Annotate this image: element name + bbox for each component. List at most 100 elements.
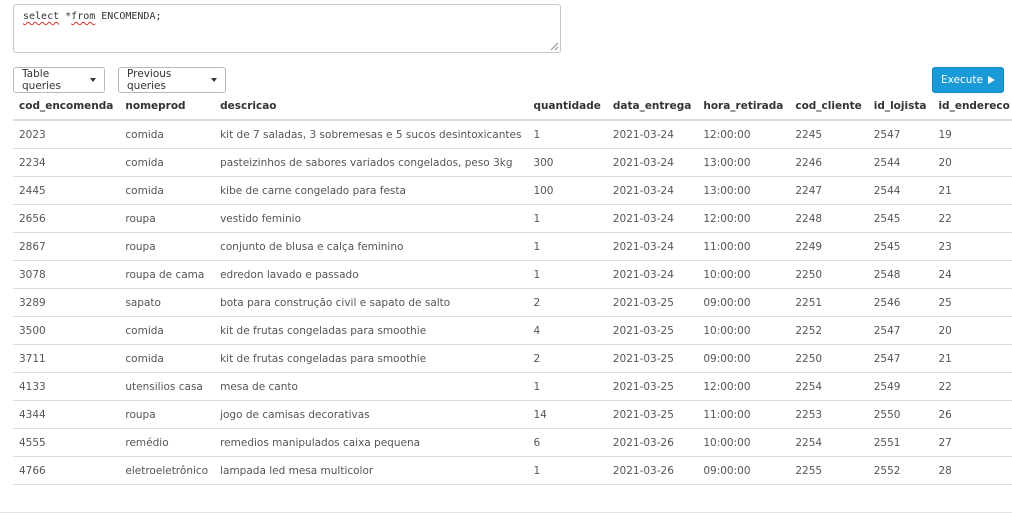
table-cell-cod-encomenda: 3289 xyxy=(13,288,120,317)
table-cell-descricao: pasteizinhos de sabores variados congela… xyxy=(214,148,528,177)
table-cell-data-entrega: 2021-03-24 xyxy=(606,204,698,233)
table-cell-descricao: conjunto de blusa e calça feminino xyxy=(214,232,528,261)
table-cell-id-lojista: 2547 xyxy=(867,120,933,149)
table-cell-cod-encomenda: 4133 xyxy=(13,372,120,401)
table-cell-id-lojista: 2544 xyxy=(867,176,933,205)
table-cell-id-lojista: 2546 xyxy=(867,288,933,317)
table-queries-label: Table queries xyxy=(22,68,61,92)
table-cell-cod-cliente: 2253 xyxy=(789,400,868,429)
table-row: 2867 roupa conjunto de blusa e calça femin… xyxy=(13,232,1012,261)
results-table: cod_encomenda nomeprod descricao quantidade… xyxy=(13,93,1012,485)
table-cell-quantidade: 2 xyxy=(527,288,607,317)
table-cell-id-endereco: 25 xyxy=(932,288,1012,317)
table-queries-dropdown-button[interactable]: Table queries xyxy=(13,67,105,93)
table-cell-quantidade: 1 xyxy=(527,204,607,233)
table-cell-hora-retirada: 12:00:00 xyxy=(697,120,790,149)
table-cell-id-endereco: 28 xyxy=(932,456,1012,485)
table-cell-nomeprod: comida xyxy=(119,148,215,177)
table-cell-cod-cliente: 2250 xyxy=(789,344,868,373)
table-row: 2445 comida kibe de carne congelado para f… xyxy=(13,176,1012,205)
table-cell-cod-encomenda: 4766 xyxy=(13,456,120,485)
query-select-keyword: select xyxy=(23,11,60,22)
table-cell-id-endereco: 21 xyxy=(932,344,1012,373)
table-cell-quantidade: 4 xyxy=(527,316,607,345)
sql-console: select *from ENCOMENDA; Table queries Pr… xyxy=(0,0,1012,515)
table-cell-hora-retirada: 13:00:00 xyxy=(697,148,790,177)
table-cell-quantidade: 1 xyxy=(527,456,607,485)
table-cell-id-lojista: 2545 xyxy=(867,232,933,261)
table-cell-id-endereco: 26 xyxy=(932,400,1012,429)
table-cell-id-lojista: 2549 xyxy=(867,372,933,401)
table-cell-quantidade: 1 xyxy=(527,232,607,261)
previous-queries-dropdown-button[interactable]: Previous queries xyxy=(118,67,226,93)
table-cell-quantidade: 1 xyxy=(527,372,607,401)
table-cell-id-endereco: 20 xyxy=(932,148,1012,177)
table-cell-cod-encomenda: 3711 xyxy=(13,344,120,373)
table-cell-nomeprod: comida xyxy=(119,344,215,373)
table-cell-id-lojista: 2545 xyxy=(867,204,933,233)
table-cell-cod-encomenda: 2656 xyxy=(13,204,120,233)
table-cell-descricao: kit de frutas congeladas para smoothie xyxy=(214,316,528,345)
caret-down-icon xyxy=(90,78,96,82)
table-cell-quantidade: 100 xyxy=(527,176,607,205)
table-cell-data-entrega: 2021-03-24 xyxy=(606,148,698,177)
table-cell-nomeprod: remédio xyxy=(119,428,215,457)
table-cell-data-entrega: 2021-03-24 xyxy=(606,232,698,261)
table-cell-cod-encomenda: 2867 xyxy=(13,232,120,261)
caret-down-icon xyxy=(211,78,217,82)
table-cell-data-entrega: 2021-03-24 xyxy=(606,176,698,205)
table-cell-cod-encomenda: 2023 xyxy=(13,120,120,149)
table-cell-cod-cliente: 2254 xyxy=(789,372,868,401)
table-cell-descricao: kit de frutas congeladas para smoothie xyxy=(214,344,528,373)
table-cell-nomeprod: comida xyxy=(119,176,215,205)
table-cell-hora-retirada: 12:00:00 xyxy=(697,372,790,401)
table-cell-id-endereco: 19 xyxy=(932,120,1012,149)
table-cell-cod-encomenda: 4344 xyxy=(13,400,120,429)
table-cell-nomeprod: sapato xyxy=(119,288,215,317)
column-header-data-entrega: data_entrega xyxy=(606,93,698,121)
table-cell-id-endereco: 22 xyxy=(932,372,1012,401)
table-cell-hora-retirada: 13:00:00 xyxy=(697,176,790,205)
column-header-id-lojista: id_lojista xyxy=(867,93,933,121)
table-row: 3078 roupa de cama edredon lavado e passad… xyxy=(13,260,1012,289)
sql-query-editor[interactable]: select *from ENCOMENDA; xyxy=(13,4,561,53)
column-header-nomeprod: nomeprod xyxy=(119,93,215,121)
column-header-cod-encomenda: cod_encomenda xyxy=(13,93,120,121)
table-cell-nomeprod: eletroeletrônico xyxy=(119,456,215,485)
table-row: 4133 utensilios casa mesa de canto 1 2021-03… xyxy=(13,372,1012,401)
resize-grip-icon[interactable] xyxy=(550,42,559,51)
table-cell-descricao: edredon lavado e passado xyxy=(214,260,528,289)
column-header-id-endereco: id_endereco xyxy=(932,93,1012,121)
table-cell-cod-encomenda: 3078 xyxy=(13,260,120,289)
bottom-divider xyxy=(0,512,1012,513)
table-cell-hora-retirada: 09:00:00 xyxy=(697,288,790,317)
column-header-quantidade: quantidade xyxy=(527,93,607,121)
table-cell-cod-encomenda: 4555 xyxy=(13,428,120,457)
table-row: 3500 comida kit de frutas congeladas para … xyxy=(13,316,1012,345)
table-cell-descricao: vestido feminio xyxy=(214,204,528,233)
table-cell-hora-retirada: 11:00:00 xyxy=(697,400,790,429)
table-cell-id-endereco: 24 xyxy=(932,260,1012,289)
query-from-keyword: from xyxy=(71,11,96,22)
table-cell-descricao: jogo de camisas decorativas xyxy=(214,400,528,429)
query-star: * xyxy=(59,11,72,22)
execute-button[interactable]: Execute xyxy=(932,67,1004,93)
table-cell-quantidade: 1 xyxy=(527,120,607,149)
table-cell-descricao: remedios manipulados caixa pequena xyxy=(214,428,528,457)
table-row: 3711 comida kit de frutas congeladas para … xyxy=(13,344,1012,373)
execute-label: Execute xyxy=(941,74,983,86)
table-cell-cod-cliente: 2252 xyxy=(789,316,868,345)
table-cell-cod-cliente: 2248 xyxy=(789,204,868,233)
table-cell-hora-retirada: 10:00:00 xyxy=(697,428,790,457)
table-cell-id-endereco: 27 xyxy=(932,428,1012,457)
table-cell-id-endereco: 21 xyxy=(932,176,1012,205)
table-cell-quantidade: 300 xyxy=(527,148,607,177)
table-cell-descricao: mesa de canto xyxy=(214,372,528,401)
table-cell-quantidade: 1 xyxy=(527,260,607,289)
table-cell-data-entrega: 2021-03-25 xyxy=(606,288,698,317)
table-cell-id-endereco: 23 xyxy=(932,232,1012,261)
table-cell-hora-retirada: 10:00:00 xyxy=(697,260,790,289)
table-cell-cod-cliente: 2255 xyxy=(789,456,868,485)
play-icon xyxy=(988,76,995,84)
column-header-hora-retirada: hora_retirada xyxy=(697,93,790,121)
